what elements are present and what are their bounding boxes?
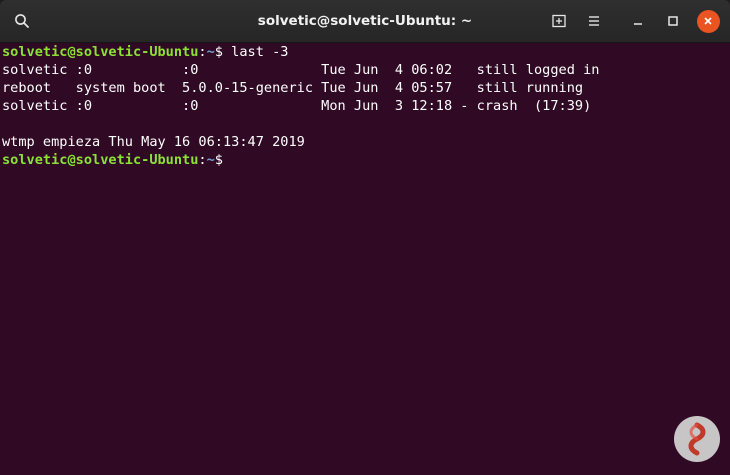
search-icon: [15, 14, 29, 28]
prompt-path: ~: [206, 44, 215, 60]
search-button[interactable]: [8, 7, 36, 35]
output-line: solvetic :0 :0 Tue Jun 4 06:02 still log…: [2, 62, 600, 78]
output-line: solvetic :0 :0 Mon Jun 3 12:18 - crash (…: [2, 98, 592, 114]
new-tab-icon: [552, 14, 566, 28]
solvetic-logo-icon: [688, 422, 706, 456]
minimize-button[interactable]: [624, 7, 652, 35]
close-icon: [704, 17, 712, 25]
scrollbar-thumb[interactable]: [719, 45, 727, 473]
prompt-user-host: solvetic@solvetic-Ubuntu: [2, 44, 199, 60]
solvetic-logo-watermark: [674, 416, 720, 462]
command-text: last -3: [231, 44, 289, 60]
output-line: reboot system boot 5.0.0-15-generic Tue …: [2, 80, 584, 96]
prompt-colon: :: [198, 152, 207, 168]
prompt-dollar: $: [214, 152, 232, 168]
window-title: solvetic@solvetic-Ubuntu: ~: [257, 13, 473, 29]
command-line: solvetic@solvetic-Ubuntu:~$ last -3: [2, 43, 718, 61]
minimize-icon: [634, 23, 642, 25]
prompt-user-host: solvetic@solvetic-Ubuntu: [2, 152, 199, 168]
terminal-window: solvetic@solvetic-Ubuntu: ~ solvetic@sol…: [0, 0, 730, 475]
close-button[interactable]: [694, 7, 722, 35]
output-line: wtmp empieza Thu May 16 06:13:47 2019: [2, 134, 305, 150]
hamburger-menu-icon: [589, 16, 599, 26]
terminal-output-area[interactable]: solvetic@solvetic-Ubuntu:~$ last -3 solve…: [0, 43, 718, 475]
prompt-colon: :: [198, 44, 207, 60]
prompt-path: ~: [206, 152, 215, 168]
new-tab-button[interactable]: [545, 7, 573, 35]
menu-button[interactable]: [580, 7, 608, 35]
terminal-scrollbar[interactable]: [716, 43, 730, 475]
title-bar: solvetic@solvetic-Ubuntu: ~: [0, 0, 730, 43]
text-cursor: [231, 152, 239, 167]
close-button-circle: [696, 9, 720, 33]
prompt-dollar: $: [214, 44, 232, 60]
maximize-icon: [668, 16, 678, 26]
current-prompt-line[interactable]: solvetic@solvetic-Ubuntu:~$: [2, 151, 718, 169]
maximize-button[interactable]: [659, 7, 687, 35]
